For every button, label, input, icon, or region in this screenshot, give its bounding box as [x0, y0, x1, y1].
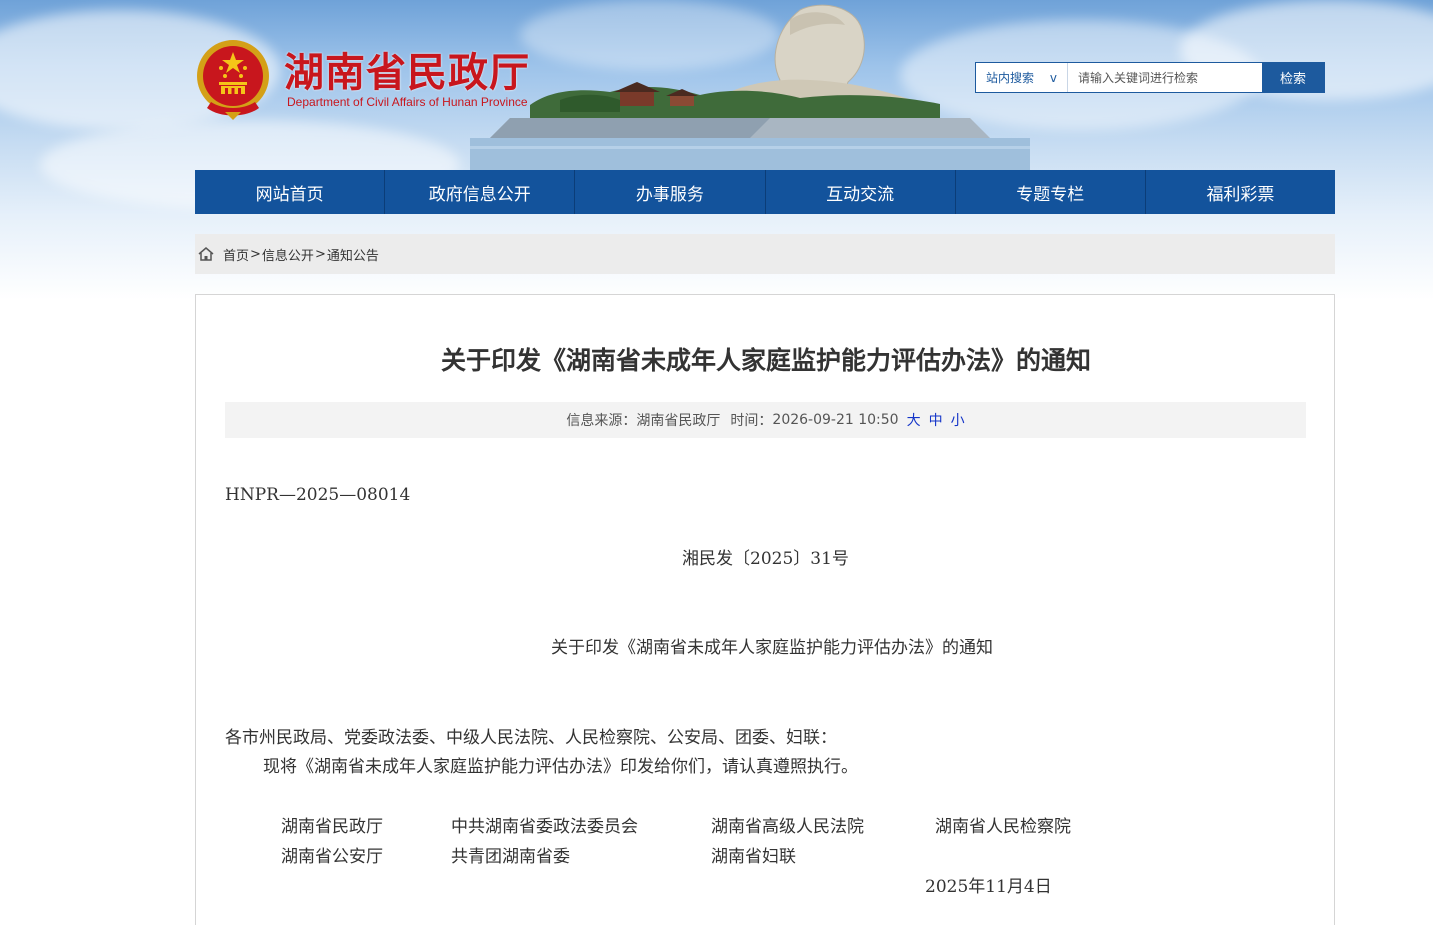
chevron-down-icon: v [1049, 70, 1057, 85]
nav-item-home[interactable]: 网站首页 [195, 170, 386, 214]
nav-item-gov-info[interactable]: 政府信息公开 [385, 170, 576, 214]
national-emblem-logo [197, 40, 269, 120]
breadcrumb-home[interactable]: 首页 [223, 245, 249, 264]
signatory: 湖南省高级人民法院 [711, 817, 864, 837]
document-number: 湘民发〔2025〕31号 [682, 549, 849, 569]
document-date: 2025年11月4日 [925, 877, 1052, 897]
signatory: 中共湖南省委政法委员会 [451, 817, 638, 837]
search-input[interactable] [1068, 63, 1262, 92]
signatory: 湖南省公安厅 [281, 847, 383, 867]
breadcrumb: 首页 > 信息公开 > 通知公告 [195, 234, 1335, 274]
breadcrumb-notices[interactable]: 通知公告 [327, 245, 379, 264]
time-value: 2026-09-21 10:50 [772, 412, 899, 428]
source-label: 信息来源： [566, 413, 637, 429]
source-value: 湖南省民政厅 [636, 413, 721, 429]
signatories: 湖南省民政厅 中共湖南省委政法委员会 湖南省高级人民法院 湖南省人民检察院 湖南… [281, 812, 1181, 872]
site-title[interactable]: 湖南省民政厅 [284, 40, 530, 98]
font-size-medium-link[interactable]: 中 [929, 410, 943, 430]
font-size-large-link[interactable]: 大 [907, 410, 921, 430]
article-meta-bar: 信息来源： 湖南省民政厅 时间： 2026-09-21 10:50 大 中 小 [225, 402, 1306, 438]
search-scope-select[interactable]: 站内搜索 v [976, 63, 1068, 92]
nav-item-interaction[interactable]: 互动交流 [766, 170, 956, 214]
font-size-small-link[interactable]: 小 [951, 410, 965, 430]
main-nav: 网站首页 政府信息公开 办事服务 互动交流 专题专栏 福利彩票 [195, 170, 1335, 214]
nav-item-welfare-lottery[interactable]: 福利彩票 [1146, 170, 1335, 214]
document-heading: 关于印发《湖南省未成年人家庭监护能力评估办法》的通知 [551, 638, 993, 658]
time-label: 时间： [730, 413, 773, 429]
nav-item-services[interactable]: 办事服务 [575, 170, 766, 214]
signatory: 湖南省人民检察院 [935, 817, 1071, 837]
search-button[interactable]: 检索 [1262, 63, 1324, 92]
breadcrumb-separator: > [314, 246, 326, 262]
signatory-row: 湖南省民政厅 中共湖南省委政法委员会 湖南省高级人民法院 湖南省人民检察院 [281, 812, 1181, 842]
breadcrumb-info-public[interactable]: 信息公开 [262, 245, 314, 264]
document-paragraph: 现将《湖南省未成年人家庭监护能力评估办法》印发给你们，请认真遵照执行。 [263, 757, 858, 777]
article-container: 关于印发《湖南省未成年人家庭监护能力评估办法》的通知 信息来源： 湖南省民政厅 … [195, 294, 1335, 925]
breadcrumb-separator: > [250, 246, 261, 262]
document-code: HNPR—2025—08014 [225, 485, 411, 505]
signatory: 共青团湖南省委 [451, 847, 570, 867]
signatory: 湖南省民政厅 [281, 817, 383, 837]
search-bar: 站内搜索 v 检索 [975, 62, 1325, 93]
banner-landscape-image [470, 4, 1030, 170]
article-title: 关于印发《湖南省未成年人家庭监护能力评估办法》的通知 [440, 346, 1091, 375]
site-subtitle: Department of Civil Affairs of Hunan Pro… [287, 95, 528, 109]
signatory: 湖南省妇联 [711, 847, 796, 867]
signatory-row: 湖南省公安厅 共青团湖南省委 湖南省妇联 [281, 842, 1181, 872]
search-scope-label: 站内搜索 [986, 71, 1035, 85]
home-icon [198, 247, 214, 261]
document-addressee: 各市州民政局、党委政法委、中级人民法院、人民检察院、公安局、团委、妇联： [225, 728, 837, 748]
nav-item-special-topics[interactable]: 专题专栏 [956, 170, 1146, 214]
